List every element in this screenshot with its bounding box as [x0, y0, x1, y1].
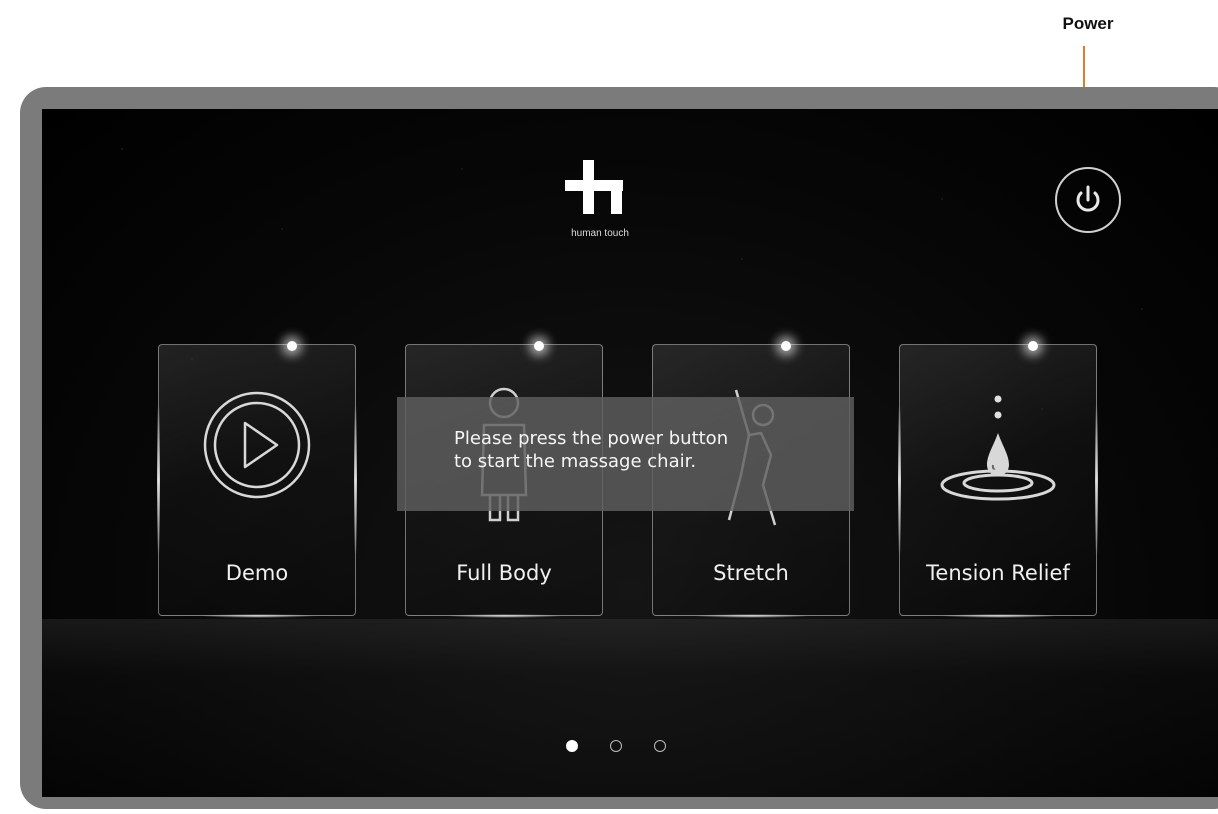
card-bottom-glow: [199, 614, 317, 618]
page-dot-2[interactable]: [610, 740, 622, 752]
human-touch-logo-icon: [565, 160, 623, 214]
power-icon: [1076, 185, 1100, 212]
page-dot-1[interactable]: [566, 740, 578, 752]
power-button[interactable]: [1055, 167, 1121, 233]
human-touch-logo: human touch: [561, 154, 661, 239]
card-label: Tension Relief: [926, 561, 1070, 585]
card-shine: [781, 341, 791, 351]
card-label: Full Body: [456, 561, 552, 585]
card-bottom-glow: [693, 614, 811, 618]
message-line-1: Please press the power button: [454, 428, 729, 449]
reflective-floor: [42, 619, 1218, 797]
power-prompt-message: Please press the power button to start t…: [397, 397, 854, 511]
card-shine: [287, 341, 297, 351]
program-card-tension-relief[interactable]: Tension Relief: [898, 341, 1098, 618]
play-icon: [203, 391, 311, 499]
logo-text: human touch: [571, 228, 629, 239]
touch-screen: human touch Demo Full Body Stretch Tensi…: [42, 109, 1218, 797]
card-shine: [1028, 341, 1038, 351]
card-bottom-glow: [940, 614, 1058, 618]
card-shine: [534, 341, 544, 351]
message-line-2: to start the massage chair.: [454, 451, 697, 472]
card-label: Demo: [225, 561, 289, 585]
program-card-demo[interactable]: Demo: [157, 341, 357, 618]
message-text: Please press the power button to start t…: [454, 427, 844, 473]
water-drop-icon: [940, 395, 1056, 501]
power-callout-label: Power: [1062, 14, 1114, 33]
card-bottom-glow: [446, 614, 564, 618]
page-indicator: [566, 740, 666, 754]
card-label: Stretch: [713, 561, 789, 585]
page-dot-3[interactable]: [654, 740, 666, 752]
